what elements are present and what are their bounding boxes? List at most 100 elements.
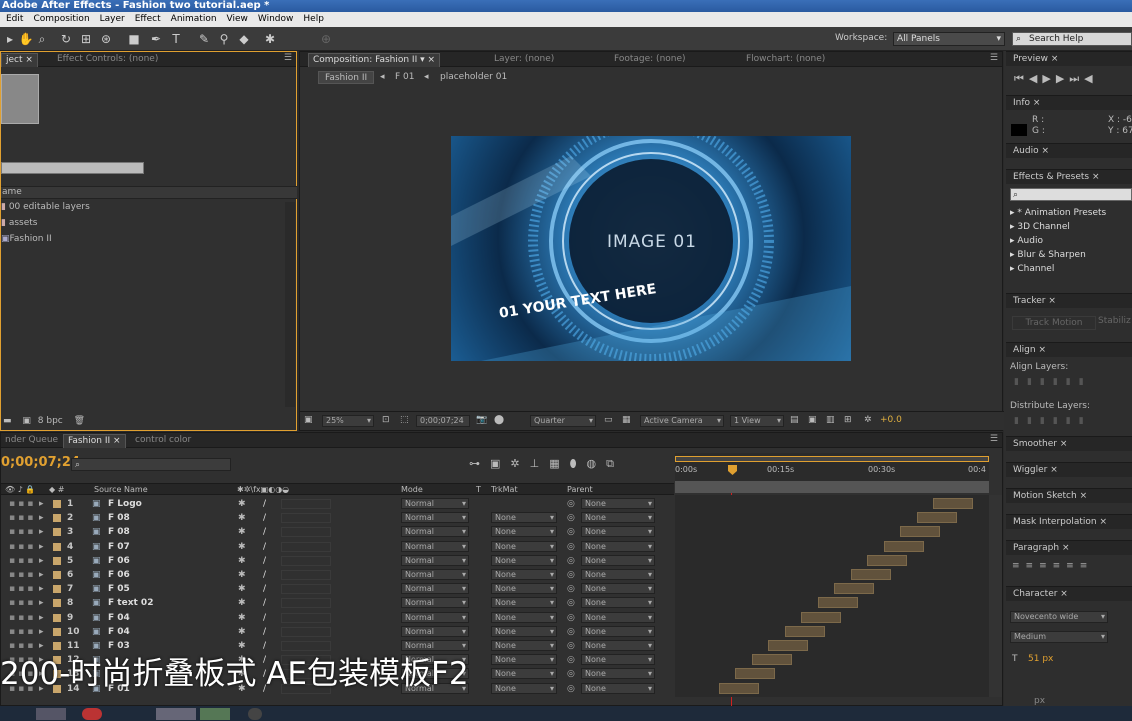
switch-boxes[interactable] bbox=[281, 542, 331, 552]
label-color-swatch[interactable] bbox=[53, 528, 61, 536]
trash-icon[interactable]: 🗑 bbox=[74, 416, 85, 426]
collapse-switch-icon[interactable]: ✱ bbox=[238, 596, 246, 610]
preview-controls[interactable]: ⏮◀▶▶⏭◀ bbox=[1014, 72, 1098, 86]
preview-panel-tab[interactable]: Preview × bbox=[1006, 51, 1132, 66]
switch-boxes[interactable] bbox=[281, 499, 331, 509]
mode-header[interactable]: Mode bbox=[401, 484, 423, 495]
expand-triangle-icon[interactable]: ▸ bbox=[39, 497, 44, 511]
label-color-swatch[interactable] bbox=[53, 514, 61, 522]
info-panel-tab[interactable]: Info × bbox=[1006, 95, 1132, 110]
fast-previews-icon[interactable]: ▭ bbox=[604, 415, 613, 425]
motion-sketch-panel-tab[interactable]: Motion Sketch × bbox=[1006, 488, 1132, 503]
collapse-switch-icon[interactable]: ✱ bbox=[238, 625, 246, 639]
table-row[interactable]: ▪▪▪ ▸ 7 ▣ F 05 ✱ / Normal ▾ None ▾ ◎ None ▾ bbox=[1, 582, 674, 596]
channel-icon[interactable]: ⬤ bbox=[494, 415, 504, 425]
layer-duration-bar[interactable] bbox=[884, 541, 924, 552]
tab-flowchart[interactable]: Flowchart: (none) bbox=[742, 53, 829, 67]
mode-select[interactable]: Normal ▾ bbox=[401, 498, 469, 509]
project-scrollbar[interactable] bbox=[285, 202, 295, 407]
taskbar-app-icon[interactable] bbox=[156, 708, 196, 720]
exposure-value[interactable]: +0.0 bbox=[880, 415, 902, 425]
collapse-switch-icon[interactable]: ✱ bbox=[238, 582, 246, 596]
menu-view[interactable]: View bbox=[227, 12, 248, 27]
label-color-swatch[interactable] bbox=[53, 585, 61, 593]
resolution-select[interactable]: Quarter ▾ bbox=[530, 415, 596, 427]
hand-tool-icon[interactable]: ✋ bbox=[18, 31, 34, 47]
pickwhip-icon[interactable]: ◎ bbox=[567, 582, 575, 596]
layer-duration-bar[interactable] bbox=[851, 569, 891, 580]
collapse-switch-icon[interactable]: ✱ bbox=[238, 568, 246, 582]
folder-icon[interactable]: ▬ bbox=[3, 416, 12, 426]
switch-boxes[interactable] bbox=[281, 513, 331, 523]
quality-switch-icon[interactable]: / bbox=[263, 511, 266, 525]
axis-mode-icon[interactable]: ⊕ bbox=[318, 31, 334, 47]
quality-switch-icon[interactable]: / bbox=[263, 540, 266, 554]
table-row[interactable]: ▪▪▪ ▸ 8 ▣ F text 02 ✱ / Normal ▾ None ▾ ◎ None ▾ bbox=[1, 596, 674, 610]
trkmat-select[interactable]: None ▾ bbox=[491, 569, 557, 580]
trkmat-select[interactable]: None ▾ bbox=[491, 626, 557, 637]
effects-search-input[interactable]: ⌕ bbox=[1010, 188, 1132, 201]
layer-name[interactable]: F 05 bbox=[108, 582, 130, 596]
trkmat-header[interactable]: TrkMat bbox=[491, 484, 518, 495]
pickwhip-icon[interactable]: ◎ bbox=[567, 682, 575, 696]
quality-switch-icon[interactable]: / bbox=[263, 568, 266, 582]
tracker-panel-tab[interactable]: Tracker × bbox=[1006, 293, 1132, 308]
menu-composition[interactable]: Composition bbox=[33, 12, 89, 27]
pickwhip-icon[interactable]: ◎ bbox=[567, 511, 575, 525]
layer-duration-bar[interactable] bbox=[768, 640, 808, 651]
taskbar-app-icon[interactable] bbox=[36, 708, 66, 720]
smoother-panel-tab[interactable]: Smoother × bbox=[1006, 436, 1132, 451]
layer-duration-bar[interactable] bbox=[834, 583, 874, 594]
clone-stamp-tool-icon[interactable]: ⚲ bbox=[216, 31, 232, 47]
parent-select[interactable]: None ▾ bbox=[581, 654, 655, 665]
tab-render-queue[interactable]: nder Queue bbox=[1, 434, 62, 448]
exposure-icon[interactable]: ✲ bbox=[864, 415, 872, 425]
taskbar-app-icon[interactable] bbox=[200, 708, 230, 720]
pickwhip-icon[interactable]: ◎ bbox=[567, 653, 575, 667]
label-color-swatch[interactable] bbox=[53, 599, 61, 607]
collapse-switch-icon[interactable]: ✱ bbox=[238, 511, 246, 525]
layer-name[interactable]: F 06 bbox=[108, 568, 130, 582]
parent-select[interactable]: None ▾ bbox=[581, 612, 655, 623]
expand-triangle-icon[interactable]: ▸ bbox=[39, 568, 44, 582]
bpc-label[interactable]: 8 bpc bbox=[38, 416, 63, 426]
stabilize-button[interactable]: Stabiliz bbox=[1098, 316, 1131, 326]
expand-triangle-icon[interactable]: ▸ bbox=[39, 554, 44, 568]
zoom-select[interactable]: 25% ▾ bbox=[322, 415, 374, 427]
menu-layer[interactable]: Layer bbox=[100, 12, 125, 27]
effect-category-audio[interactable]: ▸ Audio bbox=[1010, 236, 1043, 246]
trkmat-select[interactable]: None ▾ bbox=[491, 612, 557, 623]
tab-effect-controls[interactable]: Effect Controls: (none) bbox=[53, 53, 162, 67]
region-of-interest-icon[interactable]: ⬚ bbox=[400, 415, 409, 425]
menu-help[interactable]: Help bbox=[303, 12, 324, 27]
table-row[interactable]: ▪▪▪ ▸ 9 ▣ F 04 ✱ / Normal ▾ None ▾ ◎ None ▾ bbox=[1, 611, 674, 625]
t-header[interactable]: T bbox=[476, 484, 481, 495]
av-switch-icons[interactable]: ▪▪▪ bbox=[9, 596, 36, 610]
label-color-swatch[interactable] bbox=[53, 500, 61, 508]
expand-triangle-icon[interactable]: ▸ bbox=[39, 525, 44, 539]
switch-boxes[interactable] bbox=[281, 598, 331, 608]
quality-switch-icon[interactable]: / bbox=[263, 554, 266, 568]
layer-name[interactable]: F 04 bbox=[108, 625, 130, 639]
work-area-bar[interactable] bbox=[675, 456, 989, 462]
puppet-tool-icon[interactable]: ✱ bbox=[262, 31, 278, 47]
source-name-header[interactable]: Source Name bbox=[94, 484, 148, 495]
layer-duration-bar[interactable] bbox=[752, 654, 792, 665]
effects-presets-panel-tab[interactable]: Effects & Presets × bbox=[1006, 169, 1132, 184]
panel-menu-icon[interactable]: ☰ bbox=[284, 53, 292, 63]
timeline-switches[interactable]: ⊶▣✲⊥▦⬮◍⧉ bbox=[469, 457, 624, 471]
trkmat-select[interactable]: None ▾ bbox=[491, 640, 557, 651]
mode-select[interactable]: Normal ▾ bbox=[401, 583, 469, 594]
switch-boxes[interactable] bbox=[281, 556, 331, 566]
mode-select[interactable]: Normal ▾ bbox=[401, 626, 469, 637]
font-family-select[interactable]: Novecento wide ▾ bbox=[1010, 611, 1108, 623]
expand-triangle-icon[interactable]: ▸ bbox=[39, 540, 44, 554]
pickwhip-icon[interactable]: ◎ bbox=[567, 667, 575, 681]
taskbar-app-icon[interactable] bbox=[248, 708, 262, 720]
layer-duration-bar[interactable] bbox=[785, 626, 825, 637]
parent-select[interactable]: None ▾ bbox=[581, 555, 655, 566]
parent-header[interactable]: Parent bbox=[567, 484, 593, 495]
project-search-input[interactable] bbox=[1, 162, 144, 174]
expand-triangle-icon[interactable]: ▸ bbox=[39, 611, 44, 625]
breadcrumb-placeholder[interactable]: placeholder 01 bbox=[440, 72, 507, 82]
